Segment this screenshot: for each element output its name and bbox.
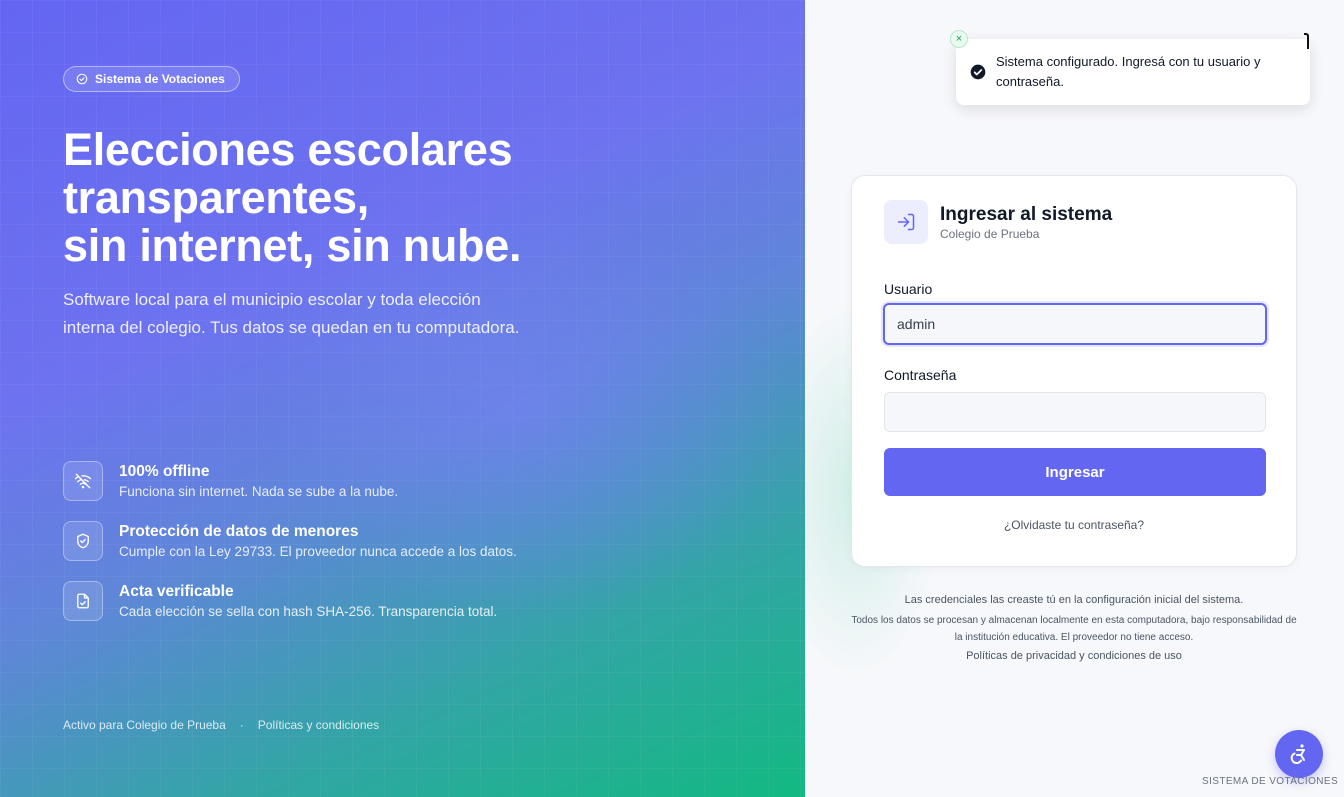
toast-message: Sistema configurado. Ingresá con tu usua…	[996, 54, 1261, 89]
policies-link[interactable]: Políticas y condiciones	[258, 718, 379, 732]
toast-close-button[interactable]: ×	[950, 30, 968, 48]
accessibility-icon	[1290, 744, 1305, 764]
feature-description: Cada elección se sella con hash SHA-256.…	[119, 604, 498, 619]
login-notes: Las credenciales las creaste tú en la co…	[851, 592, 1297, 664]
login-subtitle: Colegio de Prueba	[940, 227, 1040, 241]
footer-brand: SISTEMA DE VOTACIONES	[1202, 776, 1339, 787]
system-badge-label: Sistema de Votaciones	[95, 72, 225, 86]
feature-description: Funciona sin internet. Nada se sube a la…	[119, 484, 399, 499]
check-circle-icon	[76, 73, 88, 85]
password-input[interactable]	[884, 392, 1266, 432]
shield-check-icon	[63, 521, 103, 561]
feature-item-verifiable-record: Acta verificable Cada elección se sella …	[63, 581, 623, 641]
footer-separator: ·	[239, 718, 244, 732]
headline-line-3: sin internet, sin nube.	[63, 220, 522, 271]
privacy-policy-link[interactable]: Políticas de privacidad y condiciones de…	[851, 648, 1297, 664]
hero-subtitle: Software local para el municipio escolar…	[63, 290, 520, 337]
success-toast: Sistema configurado. Ingresá con tu usua…	[956, 39, 1310, 105]
forgot-password-link[interactable]: ¿Olvidaste tu contraseña?	[852, 518, 1296, 532]
feature-item-offline: 100% offline Funciona sin internet. Nada…	[63, 461, 623, 521]
corner-mark	[1304, 33, 1309, 49]
headline-line-2: transparentes,	[63, 172, 369, 223]
feature-title: Protección de datos de menores	[119, 523, 359, 540]
hero-headline: Elecciones escolares transparentes, sin …	[63, 126, 683, 270]
headline-line-1: Elecciones escolares	[63, 124, 513, 175]
privacy-note: Todos los datos se procesan y almacenan …	[851, 615, 1297, 643]
feature-title: 100% offline	[119, 463, 210, 480]
username-label: Usuario	[884, 281, 933, 297]
credentials-note: Las credenciales las creaste tú en la co…	[904, 594, 1244, 606]
wifi-off-icon	[63, 461, 103, 501]
accessibility-button[interactable]	[1275, 730, 1323, 778]
active-school-text: Activo para Colegio de Prueba	[63, 718, 226, 732]
system-badge: Sistema de Votaciones	[63, 66, 240, 92]
file-check-icon	[63, 581, 103, 621]
login-icon	[884, 200, 928, 244]
password-label: Contraseña	[884, 367, 957, 383]
check-circle-filled-icon	[970, 64, 986, 80]
hero-panel: Sistema de Votaciones Elecciones escolar…	[0, 0, 805, 797]
feature-item-data-protection: Protección de datos de menores Cumple co…	[63, 521, 623, 581]
login-button[interactable]: Ingresar	[884, 448, 1266, 496]
login-panel: Ingresar al sistema Colegio de Prueba Us…	[805, 0, 1344, 797]
feature-list: 100% offline Funciona sin internet. Nada…	[63, 461, 623, 641]
hero-footer: Activo para Colegio de Prueba · Política…	[63, 718, 379, 732]
app-root: Sistema de Votaciones Elecciones escolar…	[0, 0, 1344, 797]
feature-description: Cumple con la Ley 29733. El proveedor nu…	[119, 544, 517, 559]
username-input[interactable]	[883, 303, 1267, 345]
login-title: Ingresar al sistema	[940, 204, 1113, 225]
feature-title: Acta verificable	[119, 583, 234, 600]
login-card-header: Ingresar al sistema Colegio de Prueba	[884, 200, 1112, 244]
login-card: Ingresar al sistema Colegio de Prueba Us…	[851, 175, 1297, 567]
